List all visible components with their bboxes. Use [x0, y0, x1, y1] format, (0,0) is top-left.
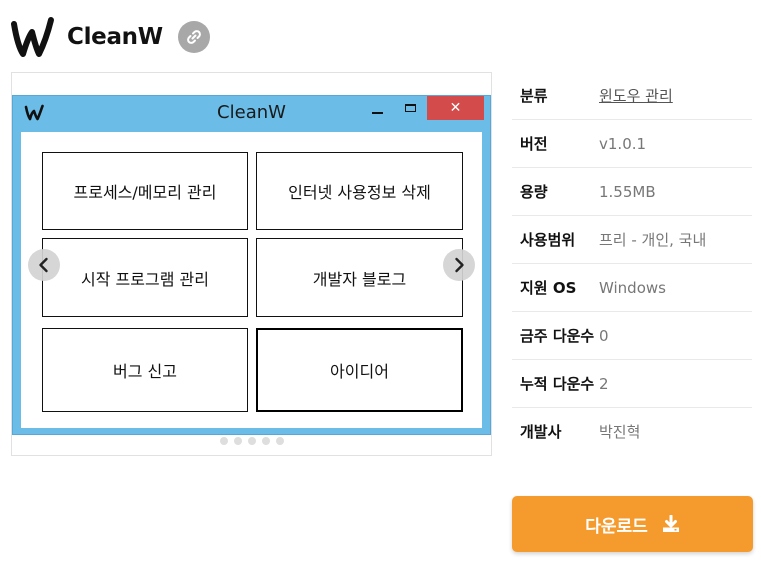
info-label: 분류 — [520, 87, 548, 105]
info-row-size: 용량 1.55MB — [512, 168, 752, 216]
info-row-license: 사용범위 프리 - 개인, 국내 — [512, 216, 752, 264]
window-titlebar: CleanW ✕ — [13, 96, 490, 132]
info-label: 사용범위 — [520, 231, 576, 249]
info-value: 0 — [599, 327, 609, 345]
close-icon: ✕ — [427, 96, 484, 120]
delete-internet-history-button: 인터넷 사용정보 삭제 — [256, 152, 463, 230]
process-memory-button: 프로세스/메모리 관리 — [42, 152, 248, 230]
idea-button: 아이디어 — [256, 328, 463, 412]
screenshot-carousel: CleanW ✕ 프로세스/메모리 관리 인터넷 사용정보 삭제 시작 프로그램… — [11, 72, 492, 456]
bug-report-button: 버그 신고 — [42, 328, 248, 412]
carousel-prev-button[interactable] — [28, 249, 60, 281]
info-value: 박진혁 — [599, 423, 641, 441]
app-title: CleanW — [67, 24, 163, 50]
download-icon — [662, 515, 680, 533]
startup-programs-button: 시작 프로그램 관리 — [42, 238, 248, 317]
carousel-dot[interactable] — [262, 437, 270, 445]
info-label: 금주 다운수 — [520, 327, 595, 345]
info-value: Windows — [599, 279, 666, 297]
info-value: 2 — [599, 375, 609, 393]
info-label: 지원 OS — [520, 279, 577, 297]
category-link[interactable]: 윈도우 관리 — [599, 84, 752, 108]
info-row-version: 버전 v1.0.1 — [512, 120, 752, 168]
chevron-right-icon — [455, 257, 464, 273]
app-info-table: 분류 윈도우 관리 버전 v1.0.1 용량 1.55MB 사용범위 프리 - … — [512, 72, 752, 455]
w-logo-icon — [11, 17, 54, 57]
info-value: 프리 - 개인, 국내 — [599, 231, 707, 249]
carousel-dot[interactable] — [276, 437, 284, 445]
app-header: CleanW — [10, 14, 210, 60]
info-row-developer: 개발사 박진혁 — [512, 408, 752, 455]
download-label: 다운로드 — [585, 516, 648, 537]
carousel-dot[interactable] — [234, 437, 242, 445]
info-value: 1.55MB — [599, 183, 656, 201]
carousel-dot[interactable] — [220, 437, 228, 445]
info-label: 누적 다운수 — [520, 375, 595, 393]
info-row-os: 지원 OS Windows — [512, 264, 752, 312]
carousel-dot[interactable] — [248, 437, 256, 445]
info-label: 버전 — [520, 135, 548, 153]
chevron-left-icon — [39, 257, 48, 273]
link-icon — [186, 30, 201, 44]
minimize-icon — [372, 112, 383, 114]
info-row-category: 분류 윈도우 관리 — [512, 72, 752, 120]
window-client-area: 프로세스/메모리 관리 인터넷 사용정보 삭제 시작 프로그램 관리 개발자 블… — [21, 132, 482, 428]
developer-blog-button: 개발자 블로그 — [256, 238, 463, 317]
info-label: 용량 — [520, 183, 548, 201]
info-row-total-downloads: 누적 다운수 2 — [512, 360, 752, 408]
app-screenshot-window: CleanW ✕ 프로세스/메모리 관리 인터넷 사용정보 삭제 시작 프로그램… — [12, 95, 491, 435]
carousel-dots — [12, 437, 491, 449]
download-button[interactable]: 다운로드 — [512, 496, 753, 552]
maximize-icon — [405, 104, 416, 112]
info-row-weekly-downloads: 금주 다운수 0 — [512, 312, 752, 360]
info-value: v1.0.1 — [599, 135, 647, 153]
copy-link-button[interactable] — [177, 21, 210, 53]
carousel-next-button[interactable] — [443, 249, 475, 281]
info-label: 개발사 — [520, 423, 562, 441]
window-title: CleanW — [217, 102, 286, 123]
